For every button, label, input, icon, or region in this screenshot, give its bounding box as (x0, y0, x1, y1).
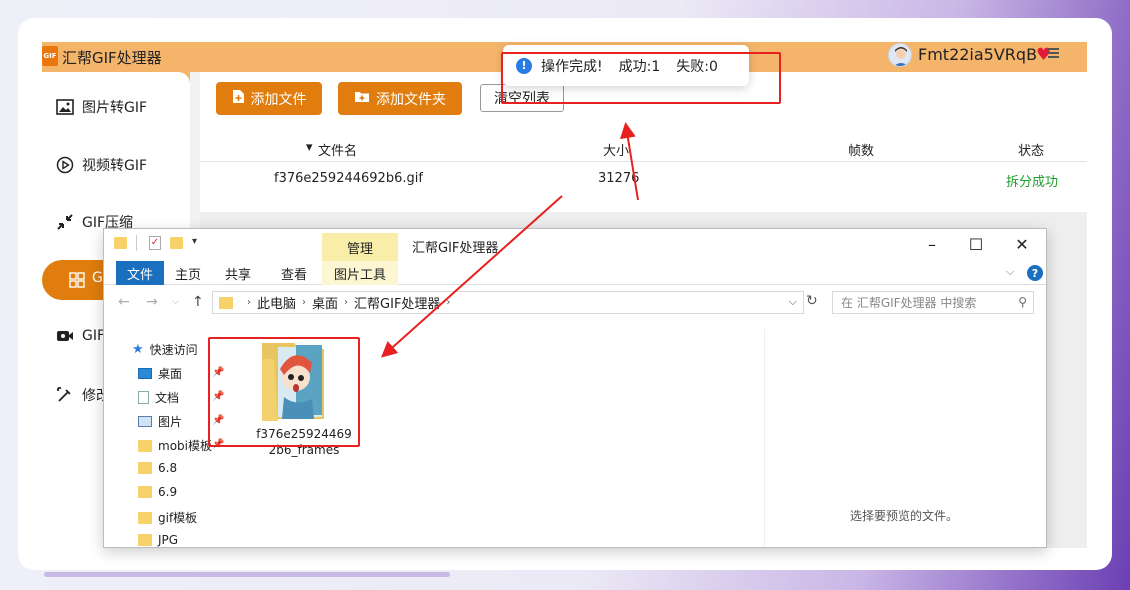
arrow-to-folder (381, 195, 563, 358)
annotation-arrows (381, 122, 639, 358)
arrow-to-toast (620, 122, 639, 201)
